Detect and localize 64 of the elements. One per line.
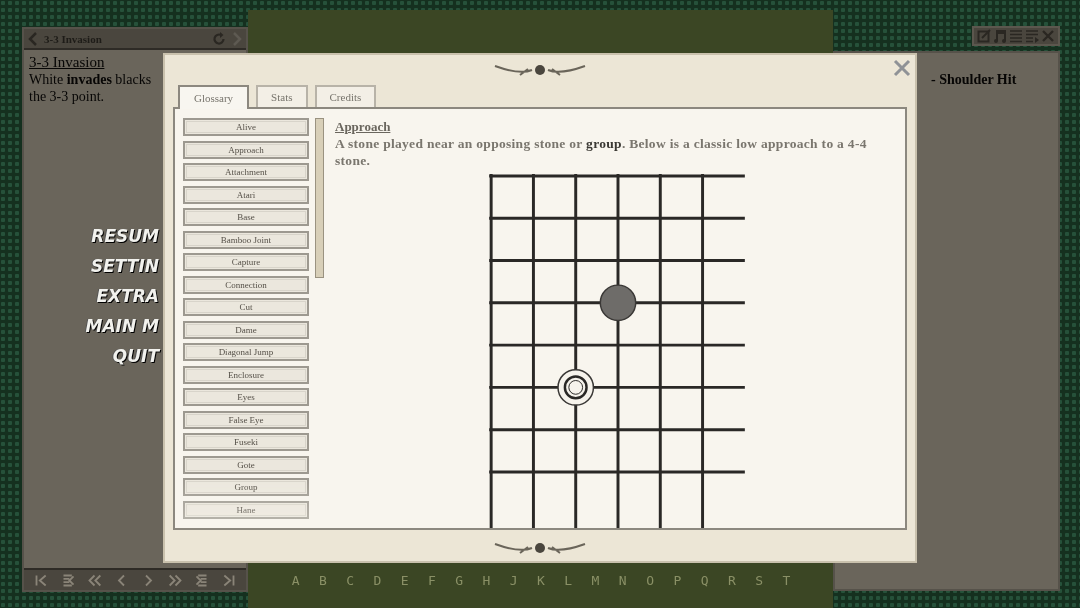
column-label: N [618,573,627,588]
music-icon[interactable] [993,29,1007,43]
lesson-text: White invades blacks [29,71,152,88]
glossary-item[interactable]: Diagonal Jump [183,343,309,361]
tab[interactable]: Credits [314,85,377,107]
column-label: F [428,573,436,588]
last-icon[interactable] [221,572,237,588]
column-label: L [564,573,573,588]
glossary-item[interactable]: False Eye [183,410,309,429]
column-label: O [646,573,654,588]
menu-item[interactable]: EXTRA [96,283,159,309]
column-label: C [346,573,355,588]
glossary-item[interactable]: Base [183,208,309,226]
glossary-item[interactable]: Gote [183,455,309,474]
column-label: G [455,573,464,588]
column-label: S [755,573,763,588]
column-label: A [291,573,300,588]
lesson-heading: 3-3 Invasion [29,54,105,71]
lesson-text: the 3-3 point. [29,88,105,105]
close-icon[interactable] [1041,29,1055,43]
glossary-item[interactable]: Approach [183,140,309,159]
move-entry: - Shoulder Hit [931,72,1018,88]
first-icon[interactable] [33,572,49,588]
column-label: P [673,573,682,588]
glossary-item[interactable]: Attachment [183,163,309,181]
scrollbar-thumb[interactable] [315,118,324,278]
rewind-icon[interactable] [87,572,103,588]
fast-forward-icon[interactable] [167,572,183,588]
glossary-item[interactable]: Connection [183,275,309,294]
column-label: D [373,573,382,588]
menu-item[interactable]: MAIN M [85,313,159,339]
column-label: R [727,573,736,588]
glossary-item[interactable]: Cut [183,298,309,316]
column-label: H [482,573,491,588]
glossary-item[interactable]: Alive [183,118,309,136]
glossary-item[interactable]: Hane [183,500,309,519]
menu-item[interactable]: QUIT [112,343,159,369]
glossary-item[interactable]: Dame [183,320,309,339]
menu-item[interactable]: RESUM [91,223,159,249]
column-label: K [537,573,545,588]
glossary-item[interactable]: Fuseki [183,433,309,451]
entry-description: A stone played near an opposing stone or group. Below is a classic low approach to a 4-4 stone. [335,135,868,169]
glossary-item[interactable]: Eyes [183,388,309,406]
column-label: J [509,573,518,588]
glossary-item[interactable]: Enclosure [183,365,309,384]
column-label: B [318,573,327,588]
column-label: T [782,573,791,588]
tab[interactable]: Stats [256,85,308,107]
edit-icon[interactable] [977,29,991,43]
menu-item[interactable]: SETTIN [91,253,159,279]
glossary-item[interactable]: Bamboo Joint [183,230,309,249]
glossary-item[interactable]: Capture [183,253,309,271]
column-label: M [591,573,600,588]
playlist-icon[interactable] [1025,29,1039,43]
next-variation-icon[interactable] [194,572,210,588]
list-icon[interactable] [1009,29,1023,43]
column-label: E [400,573,409,588]
close-icon[interactable] [892,58,912,78]
tab[interactable]: Glossary [178,85,250,109]
entry-title: Approach [335,118,391,135]
glossary-item[interactable]: Group [183,478,309,496]
column-label: Q [700,573,709,588]
refresh-icon[interactable] [212,31,226,46]
glossary-item[interactable]: Atari [183,185,309,204]
